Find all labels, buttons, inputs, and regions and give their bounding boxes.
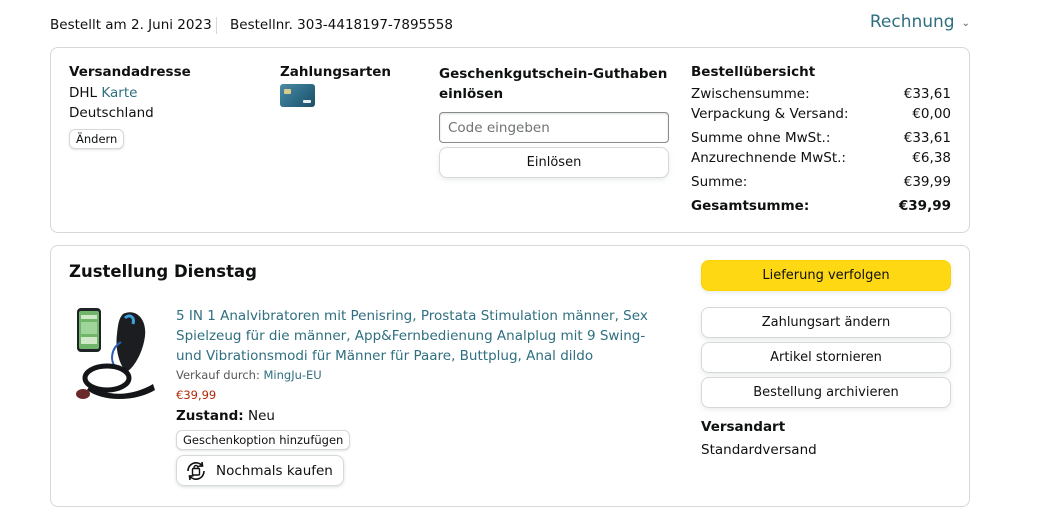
- order-summary-title: Bestellübersicht: [691, 64, 816, 80]
- seller-line: Verkauf durch: MingJu-EU: [176, 367, 656, 384]
- order-details-box: Versandadresse DHL Karte Deutschland Änd…: [50, 47, 970, 233]
- track-delivery-button[interactable]: Lieferung verfolgen: [701, 260, 951, 291]
- product-condition: Zustand: Neu: [176, 406, 656, 426]
- gift-code-input[interactable]: [439, 112, 669, 143]
- change-address-button[interactable]: Ändern: [69, 129, 125, 149]
- product-info: 5 IN 1 Analvibratoren mit Penisring, Pro…: [176, 306, 656, 487]
- product-image[interactable]: [71, 306, 161, 402]
- change-payment-button[interactable]: Zahlungsart ändern: [701, 307, 951, 338]
- shipment-box: Zustellung Dienstag 5 IN 1 Analvibratore…: [50, 245, 970, 507]
- shipment-actions: Lieferung verfolgen Zahlungsart ändern A…: [701, 260, 951, 460]
- shipping-address-line1: DHL Karte: [69, 83, 191, 103]
- summary-value: €39,99: [903, 174, 951, 190]
- credit-card-icon: [280, 84, 315, 107]
- product-title-link[interactable]: 5 IN 1 Analvibratoren mit Penisring, Pro…: [176, 306, 656, 366]
- seller-link[interactable]: MingJu-EU: [263, 368, 321, 382]
- invoice-dropdown[interactable]: Rechnung ⌄: [870, 12, 970, 32]
- shipping-country: Deutschland: [69, 105, 154, 121]
- summary-label: Summe ohne MwSt.:: [691, 130, 831, 146]
- payment-methods-section: Zahlungsarten: [280, 64, 391, 107]
- add-gift-option-button[interactable]: Geschenkoption hinzufügen: [176, 430, 351, 450]
- summary-row-subtotal: Zwischensumme: €33,61: [691, 84, 951, 104]
- summary-label: Gesamtsumme:: [691, 198, 810, 214]
- product-price: €39,99: [176, 388, 217, 402]
- redeem-button[interactable]: Einlösen: [439, 147, 669, 178]
- summary-label: Verpackung & Versand:: [691, 106, 849, 122]
- archive-order-button[interactable]: Bestellung archivieren: [701, 377, 951, 408]
- summary-value: €33,61: [903, 86, 951, 102]
- order-date: Bestellt am 2. Juni 2023: [50, 17, 212, 33]
- chevron-down-icon: ⌄: [961, 18, 970, 29]
- header-divider: [216, 17, 217, 34]
- summary-label: Zwischensumme:: [691, 86, 810, 102]
- summary-value: €33,61: [903, 130, 951, 146]
- cancel-items-button[interactable]: Artikel stornieren: [701, 342, 951, 373]
- summary-row-sum: Summe: €39,99: [691, 172, 951, 192]
- summary-value: €6,38: [912, 150, 951, 166]
- shipping-address-title: Versandadresse: [69, 64, 191, 80]
- summary-label: Anzurechnende MwSt.:: [691, 150, 846, 166]
- summary-row-total: Gesamtsumme: €39,99: [691, 196, 951, 216]
- shipping-method-value: Standardversand: [701, 442, 817, 458]
- product-thumbnail: [76, 308, 155, 399]
- buy-again-icon: [187, 461, 205, 480]
- seller-prefix: Verkauf durch:: [176, 368, 260, 382]
- gift-card-section: Geschenkgutschein-Guthaben einlösen Einl…: [439, 64, 671, 178]
- invoice-label: Rechnung: [869, 12, 955, 32]
- order-summary-section: Bestellübersicht Zwischensumme: €33,61 V…: [691, 64, 951, 216]
- order-number: Bestellnr. 303-4418197-7895558: [230, 17, 453, 33]
- shipping-carrier: DHL: [69, 85, 98, 101]
- shipping-method-title: Versandart: [701, 419, 786, 435]
- map-link[interactable]: Karte: [101, 85, 137, 101]
- summary-row-net: Summe ohne MwSt.: €33,61: [691, 128, 951, 148]
- summary-row-vat: Anzurechnende MwSt.: €6,38: [691, 148, 951, 168]
- condition-label: Zustand:: [176, 408, 244, 424]
- payment-methods-title: Zahlungsarten: [280, 64, 392, 80]
- order-header: Bestellt am 2. Juni 2023 Bestellnr. 303-…: [50, 12, 970, 38]
- buy-again-button[interactable]: Nochmals kaufen: [176, 455, 344, 486]
- summary-row-shipping: Verpackung & Versand: €0,00: [691, 104, 951, 124]
- buy-again-label: Nochmals kaufen: [216, 462, 333, 479]
- shipping-address-section: Versandadresse DHL Karte Deutschland Änd…: [69, 64, 191, 149]
- delivery-title: Zustellung Dienstag: [69, 262, 257, 281]
- summary-value: €0,00: [912, 106, 951, 122]
- summary-value: €39,99: [898, 198, 951, 214]
- gift-card-title: Geschenkgutschein-Guthaben einlösen: [439, 66, 668, 102]
- condition-value: Neu: [247, 408, 275, 424]
- summary-label: Summe:: [691, 174, 748, 190]
